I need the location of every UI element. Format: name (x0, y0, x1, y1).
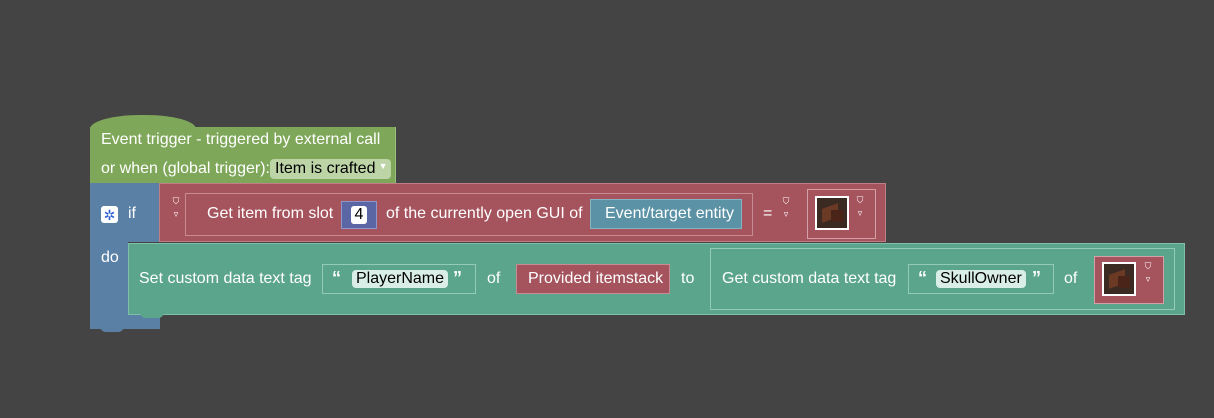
quote-close-icon: ” (453, 268, 462, 288)
do-label: do (101, 249, 119, 266)
mini-icon-bottom: ▿ (783, 209, 789, 219)
gui-label: of the currently open GUI of (386, 205, 583, 222)
if-label: if (128, 205, 136, 222)
dropdown-arrow-icon: ▼ (378, 161, 388, 171)
mini-icon-top: ⛉ (1144, 261, 1152, 271)
skullowner-text-field[interactable]: SkullOwner (936, 270, 1026, 288)
mini-icon-bottom: ▿ (1145, 274, 1151, 284)
of-label: of (487, 270, 501, 287)
mini-icon-bottom: ▿ (857, 208, 863, 218)
statement-block-notch (140, 312, 164, 318)
quote-open-icon: “ (918, 268, 927, 288)
mini-icon-top: ⛉ (782, 196, 790, 206)
entity-label: Event/target entity (605, 205, 734, 222)
if-block-notch (100, 326, 124, 332)
skull-item-icon[interactable] (1102, 262, 1136, 296)
trigger-dropdown-value: Item is crafted (275, 160, 376, 177)
to-label: to (681, 270, 695, 287)
slot-number-block[interactable]: 4 (341, 201, 377, 229)
event-trigger-line2: or when (global trigger): (101, 160, 270, 177)
playername-text-field[interactable]: PlayerName (352, 270, 449, 288)
get-item-label: Get item from slot (207, 205, 334, 222)
block-mini-icons-right: ⛉ ▿ (855, 194, 865, 220)
slot-number-field[interactable]: 4 (350, 206, 368, 224)
skull-item-icon[interactable] (815, 196, 849, 230)
block-mini-icons-left: ⛉ ▿ (171, 195, 181, 221)
mini-icon-top: ⛉ (172, 196, 180, 206)
mutator-gear-button[interactable]: ✲ (101, 206, 118, 223)
event-trigger-line1: Event trigger - triggered by external ca… (101, 131, 381, 148)
provided-itemstack-label: Provided itemstack (528, 270, 664, 287)
block-mini-icons-stmt: ⛉ ▿ (1143, 260, 1153, 286)
equals-label: = (763, 205, 773, 222)
mini-icon-top: ⛉ (856, 195, 864, 205)
blockly-workspace[interactable]: Event trigger - triggered by external ca… (0, 0, 1214, 418)
trigger-dropdown[interactable]: Item is crafted ▼ (270, 159, 392, 179)
get-tag-label: Get custom data text tag (722, 270, 897, 287)
quote-close-icon: ” (1032, 268, 1041, 288)
of-label-2: of (1064, 270, 1078, 287)
set-tag-label: Set custom data text tag (139, 270, 312, 287)
mini-icon-bottom: ▿ (173, 209, 179, 219)
gear-icon: ✲ (103, 206, 116, 223)
quote-open-icon: “ (332, 268, 341, 288)
block-mini-icons-mid: ⛉ ▿ (781, 195, 791, 221)
